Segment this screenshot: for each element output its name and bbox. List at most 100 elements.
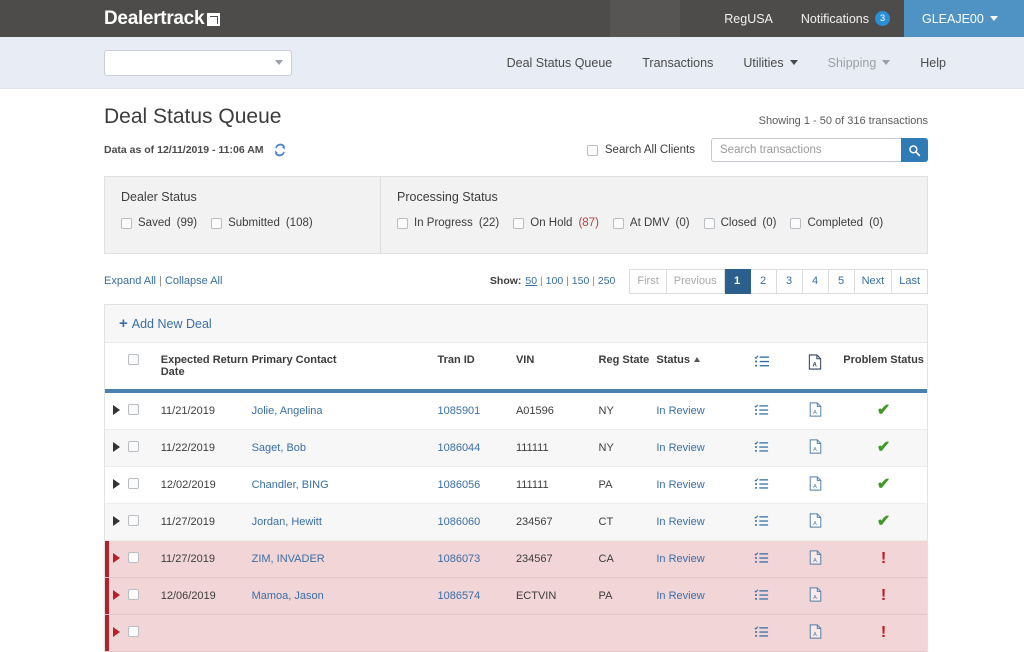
cell-checklist-action[interactable] xyxy=(733,504,791,541)
cell-pdf-action[interactable]: A xyxy=(791,430,841,467)
row-select[interactable] xyxy=(128,541,161,578)
collapse-all-link[interactable]: Collapse All xyxy=(165,275,222,287)
cell-status[interactable]: In Review xyxy=(656,467,732,504)
table-row[interactable]: 12/02/2019 Chandler, BING 1086056 111111… xyxy=(105,467,927,504)
page-2[interactable]: 2 xyxy=(751,269,777,294)
cell-tran-id[interactable]: 1086574 xyxy=(437,578,515,615)
cell-tran-id[interactable]: 1086044 xyxy=(437,430,515,467)
filter-checkbox-completed[interactable]: Completed (0) xyxy=(790,217,883,229)
cell-checklist-action[interactable] xyxy=(733,578,791,615)
cell-tran-id[interactable]: 1086060 xyxy=(437,504,515,541)
row-expander[interactable] xyxy=(105,578,128,615)
cell-checklist-action[interactable] xyxy=(733,541,791,578)
cell-tran-id[interactable]: 1085901 xyxy=(437,393,515,430)
page-size-50[interactable]: 50 xyxy=(525,275,537,287)
row-select[interactable] xyxy=(128,615,161,652)
cell-checklist-action[interactable] xyxy=(733,430,791,467)
row-select[interactable] xyxy=(128,393,161,430)
top-link-regusa[interactable]: RegUSA xyxy=(710,0,787,37)
add-new-deal-button[interactable]: + Add New Deal xyxy=(119,316,212,331)
cell-checklist-action[interactable] xyxy=(733,393,791,430)
th-vin[interactable]: VIN xyxy=(516,343,599,389)
client-select-dropdown[interactable] xyxy=(104,50,292,76)
cell-pdf-action[interactable]: A xyxy=(791,615,841,652)
page-size-150[interactable]: 150 xyxy=(572,275,590,287)
page-previous[interactable]: Previous xyxy=(667,269,725,294)
row-expander[interactable] xyxy=(105,467,128,504)
cell-status[interactable]: In Review xyxy=(656,504,732,541)
search-button[interactable] xyxy=(901,138,928,162)
dealertrack-logo[interactable]: Dealertrack xyxy=(104,8,220,30)
nav-item-utilities[interactable]: Utilities xyxy=(743,56,797,70)
expand-all-link[interactable]: Expand All xyxy=(104,275,156,287)
cell-status[interactable]: In Review xyxy=(656,430,732,467)
filter-checkbox-in-progress[interactable]: In Progress (22) xyxy=(397,217,499,229)
user-menu[interactable]: GLEAJE00 xyxy=(904,0,1024,37)
cell-primary-contact[interactable]: Mamoa, Jason xyxy=(252,578,438,615)
filter-checkbox-submitted[interactable]: Submitted (108) xyxy=(211,217,313,229)
table-row-partial[interactable]: A ! xyxy=(105,615,927,652)
search-all-clients-checkbox[interactable]: Search All Clients xyxy=(587,144,695,156)
refresh-icon[interactable] xyxy=(273,143,287,157)
row-expander[interactable] xyxy=(105,393,128,430)
cell-pdf-action[interactable]: A xyxy=(791,541,841,578)
cell-tran-id[interactable]: 1086056 xyxy=(437,467,515,504)
th-pdf-document[interactable]: A xyxy=(791,343,841,389)
row-expander[interactable] xyxy=(105,504,128,541)
row-expander[interactable] xyxy=(105,541,128,578)
table-row[interactable]: 11/22/2019 Saget, Bob 1086044 111111 NY … xyxy=(105,430,927,467)
cell-tran-id[interactable]: 1086073 xyxy=(437,541,515,578)
row-select[interactable] xyxy=(128,578,161,615)
cell-status[interactable]: In Review xyxy=(656,578,732,615)
page-size-250[interactable]: 250 xyxy=(598,275,616,287)
cell-primary-contact[interactable]: ZIM, INVADER xyxy=(252,541,438,578)
cell-checklist-action[interactable] xyxy=(733,615,791,652)
table-row[interactable]: 11/21/2019 Jolie, Angelina 1085901 A0159… xyxy=(105,393,927,430)
cell-pdf-action[interactable]: A xyxy=(791,504,841,541)
cell-pdf-action[interactable]: A xyxy=(791,467,841,504)
nav-item-help[interactable]: Help xyxy=(920,56,946,70)
row-select[interactable] xyxy=(128,467,161,504)
th-status[interactable]: Status xyxy=(656,343,732,389)
cell-status[interactable]: In Review xyxy=(656,541,732,578)
nav-item-transactions[interactable]: Transactions xyxy=(642,56,713,70)
row-expander[interactable] xyxy=(105,615,128,652)
page-5[interactable]: 5 xyxy=(829,269,855,294)
search-input[interactable]: Search transactions xyxy=(711,138,901,162)
page-first[interactable]: First xyxy=(629,269,666,294)
cell-checklist-action[interactable] xyxy=(733,467,791,504)
page-next[interactable]: Next xyxy=(855,269,893,294)
page-4[interactable]: 4 xyxy=(803,269,829,294)
cell-primary-contact[interactable]: Jolie, Angelina xyxy=(252,393,438,430)
filter-checkbox-on-hold[interactable]: On Hold (87) xyxy=(513,217,599,229)
row-select[interactable] xyxy=(128,504,161,541)
th-primary-contact[interactable]: Primary Contact xyxy=(252,343,438,389)
th-problem-status[interactable]: Problem Status xyxy=(840,343,927,389)
page-1[interactable]: 1 xyxy=(725,269,751,294)
cell-status[interactable]: In Review xyxy=(656,393,732,430)
table-row[interactable]: 12/06/2019 Mamoa, Jason 1086574 ECTVIN P… xyxy=(105,578,927,615)
cell-primary-contact[interactable]: Jordan, Hewitt xyxy=(252,504,438,541)
cell-pdf-action[interactable]: A xyxy=(791,393,841,430)
page-last[interactable]: Last xyxy=(892,269,928,294)
th-checklist[interactable] xyxy=(733,343,791,389)
cell-primary-contact[interactable]: Chandler, BING xyxy=(252,467,438,504)
table-row[interactable]: 11/27/2019 ZIM, INVADER 1086073 234567 C… xyxy=(105,541,927,578)
page-3[interactable]: 3 xyxy=(777,269,803,294)
nav-item-deal-status-queue[interactable]: Deal Status Queue xyxy=(507,56,613,70)
filter-checkbox-saved[interactable]: Saved (99) xyxy=(121,217,197,229)
select-all-checkbox[interactable] xyxy=(128,354,139,365)
row-select[interactable] xyxy=(128,430,161,467)
th-expected-return-date[interactable]: Expected Return Date xyxy=(161,343,252,389)
cell-status[interactable] xyxy=(656,615,732,652)
cell-tran-id[interactable] xyxy=(437,615,515,652)
th-reg-state[interactable]: Reg State xyxy=(599,343,657,389)
row-expander[interactable] xyxy=(105,430,128,467)
nav-item-shipping[interactable]: Shipping xyxy=(828,56,891,70)
filter-checkbox-at-dmv[interactable]: At DMV (0) xyxy=(613,217,690,229)
top-link-notifications[interactable]: Notifications 3 xyxy=(787,0,904,37)
page-size-100[interactable]: 100 xyxy=(546,275,564,287)
filter-checkbox-closed[interactable]: Closed (0) xyxy=(704,217,777,229)
th-tran-id[interactable]: Tran ID xyxy=(437,343,515,389)
cell-pdf-action[interactable]: A xyxy=(791,578,841,615)
